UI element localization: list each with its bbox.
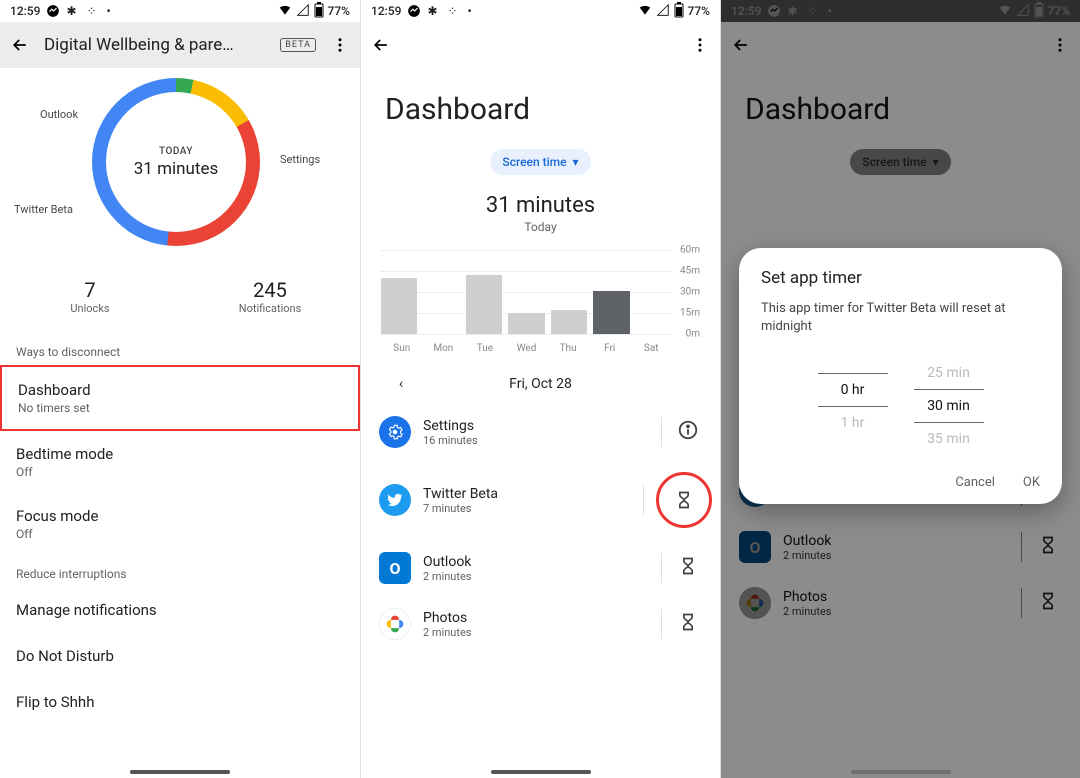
donut-today-label: TODAY bbox=[159, 146, 193, 157]
page-title: Dashboard bbox=[361, 68, 720, 143]
app-name: Outlook bbox=[423, 554, 649, 570]
dialog-body: This app timer for Twitter Beta will res… bbox=[761, 300, 1040, 335]
battery-text: 77% bbox=[328, 4, 350, 18]
app-row-outlook[interactable]: O Outlook2 minutes bbox=[361, 540, 720, 596]
nav-handle[interactable] bbox=[491, 770, 591, 774]
dashboard-item[interactable]: Dashboard No timers set bbox=[0, 365, 360, 431]
bedtime-item[interactable]: Bedtime mode Off bbox=[0, 431, 360, 493]
ytick: 15m bbox=[680, 308, 700, 319]
bar-wed[interactable] bbox=[508, 313, 544, 334]
xlabel: Fri bbox=[589, 343, 631, 354]
app-time: 2 minutes bbox=[423, 570, 649, 583]
info-icon[interactable] bbox=[674, 419, 702, 445]
slack-icon: ✱ bbox=[66, 4, 80, 18]
settings-icon bbox=[379, 416, 411, 448]
app-time: 7 minutes bbox=[423, 502, 631, 515]
xlabel: Wed bbox=[506, 343, 548, 354]
twitter-beta-icon bbox=[379, 484, 411, 516]
dot-icon: • bbox=[467, 4, 471, 18]
xlabel: Mon bbox=[423, 343, 465, 354]
ytick: 60m bbox=[680, 245, 700, 256]
app-row-photos[interactable]: Photos2 minutes bbox=[361, 596, 720, 652]
status-time: 12:59 bbox=[371, 4, 401, 18]
overflow-icon[interactable] bbox=[690, 35, 710, 55]
donut-label-outlook: Outlook bbox=[40, 108, 78, 121]
photos-icon bbox=[379, 608, 411, 640]
date-label: Fri, Oct 28 bbox=[509, 376, 572, 392]
app-name: Twitter Beta bbox=[423, 486, 631, 502]
battery-icon bbox=[674, 2, 684, 21]
app-bar bbox=[361, 22, 720, 68]
minute-picker[interactable]: 25 min 30 min 35 min bbox=[914, 357, 984, 455]
bar-fri[interactable] bbox=[593, 291, 629, 334]
battery-icon bbox=[314, 2, 324, 21]
ok-button[interactable]: OK bbox=[1023, 475, 1040, 490]
back-icon[interactable] bbox=[371, 35, 391, 55]
wifi-icon bbox=[638, 3, 652, 20]
beta-badge: BETA bbox=[280, 38, 316, 52]
chart-total: 31 minutes bbox=[361, 193, 720, 218]
signal-icon bbox=[296, 3, 310, 20]
xlabel: Thu bbox=[547, 343, 589, 354]
focus-item[interactable]: Focus mode Off bbox=[0, 493, 360, 555]
caret-down-icon: ▾ bbox=[573, 155, 579, 169]
section-reduce: Reduce interruptions bbox=[0, 555, 360, 587]
status-time: 12:59 bbox=[10, 4, 40, 18]
bar-chart[interactable]: 0m15m30m45m60mSunMonTueWedThuFriSat bbox=[381, 250, 700, 354]
app-time: 2 minutes bbox=[423, 626, 649, 639]
bar-tue[interactable] bbox=[466, 275, 502, 334]
app-name: Settings bbox=[423, 418, 649, 434]
hour-picker[interactable]: 0 hr 1 hr bbox=[818, 357, 888, 455]
dot-icon: • bbox=[106, 4, 110, 18]
flip-item[interactable]: Flip to Shhh bbox=[0, 679, 360, 725]
bar-thu[interactable] bbox=[551, 310, 587, 334]
page-title: Digital Wellbeing & pare… bbox=[44, 35, 266, 55]
back-icon[interactable] bbox=[10, 35, 30, 55]
messenger-icon bbox=[46, 4, 60, 18]
status-bar: 12:59 ✱ ⁘ • 77% bbox=[0, 0, 360, 22]
dialog-title: Set app timer bbox=[761, 268, 1040, 288]
donut-label-settings: Settings bbox=[280, 153, 320, 166]
ytick: 30m bbox=[680, 287, 700, 298]
xlabel: Sat bbox=[630, 343, 672, 354]
xlabel: Tue bbox=[464, 343, 506, 354]
messenger-icon bbox=[407, 4, 421, 18]
cancel-button[interactable]: Cancel bbox=[955, 475, 995, 490]
dnd-item[interactable]: Do Not Disturb bbox=[0, 633, 360, 679]
bar-sun[interactable] bbox=[381, 278, 417, 334]
wifi-icon bbox=[278, 3, 292, 20]
screen-time-pill[interactable]: Screen time ▾ bbox=[490, 149, 590, 175]
ytick: 45m bbox=[680, 266, 700, 277]
outlook-icon: O bbox=[379, 552, 411, 584]
battery-text: 77% bbox=[688, 4, 710, 18]
section-ways: Ways to disconnect bbox=[0, 333, 360, 365]
set-timer-dialog: Set app timer This app timer for Twitter… bbox=[739, 248, 1062, 504]
usage-donut[interactable]: TODAY 31 minutes Outlook Twitter Beta Se… bbox=[0, 68, 360, 268]
overflow-icon[interactable] bbox=[330, 35, 350, 55]
slack-icon: ✱ bbox=[427, 4, 441, 18]
app-name: Photos bbox=[423, 610, 649, 626]
status-bar: 12:59 ✱ ⁘ • 77% bbox=[361, 0, 720, 22]
notifications-stat[interactable]: 245 Notifications bbox=[180, 278, 360, 315]
app-row-settings[interactable]: Settings16 minutes bbox=[361, 404, 720, 460]
donut-today-value: 31 minutes bbox=[134, 159, 218, 179]
chart-sub: Today bbox=[361, 220, 720, 234]
hourglass-icon[interactable] bbox=[674, 610, 702, 639]
dots-icon: ⁘ bbox=[447, 4, 461, 18]
app-bar: Digital Wellbeing & pare… BETA bbox=[0, 22, 360, 68]
hourglass-icon[interactable] bbox=[656, 472, 712, 528]
date-prev-icon[interactable]: ‹ bbox=[391, 374, 411, 394]
app-time: 16 minutes bbox=[423, 434, 649, 447]
nav-handle[interactable] bbox=[130, 770, 230, 774]
signal-icon bbox=[656, 3, 670, 20]
donut-label-twitter: Twitter Beta bbox=[14, 203, 73, 216]
dots-icon: ⁘ bbox=[86, 4, 100, 18]
hourglass-icon[interactable] bbox=[674, 554, 702, 583]
xlabel: Sun bbox=[381, 343, 423, 354]
ytick: 0m bbox=[686, 329, 700, 340]
app-row-twitter-beta[interactable]: Twitter Beta7 minutes bbox=[361, 460, 720, 540]
unlocks-stat[interactable]: 7 Unlocks bbox=[0, 278, 180, 315]
manage-notifications-item[interactable]: Manage notifications bbox=[0, 587, 360, 633]
